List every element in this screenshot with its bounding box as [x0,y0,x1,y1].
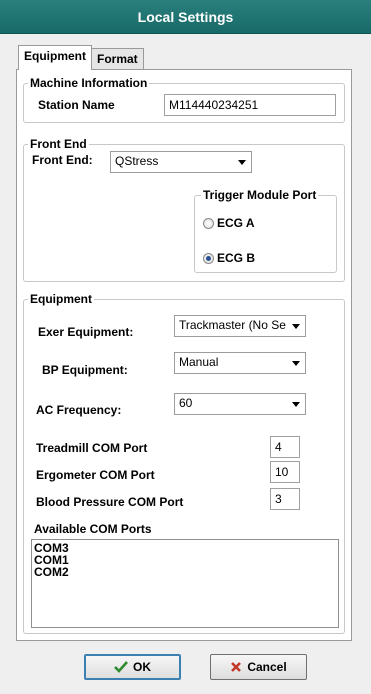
ok-button[interactable]: OK [84,654,181,680]
radio-ecg-b[interactable]: ECG B [203,251,255,265]
bp-equipment-label: BP Equipment: [42,363,128,377]
list-item[interactable]: COM2 [34,566,336,578]
window-title-bar: Local Settings [0,0,371,34]
treadmill-com-label: Treadmill COM Port [36,441,148,455]
equipment-legend: Equipment [28,292,94,306]
tab-strip: Equipment Format [18,45,144,70]
available-ports-label: Available COM Ports [34,522,152,536]
equipment-group: Equipment Exer Equipment: Trackmaster (N… [23,292,345,634]
list-item[interactable]: COM3 [34,542,336,554]
chevron-down-icon [292,324,300,329]
bp-com-label: Blood Pressure COM Port [36,495,184,509]
available-ports-list[interactable]: COM3 COM1 COM2 [31,539,339,628]
machine-info-group: Machine Information Station Name M114440… [23,76,345,123]
chevron-down-icon [292,361,300,366]
ac-frequency-label: AC Frequency: [36,403,122,417]
list-item[interactable]: COM1 [34,554,336,566]
exer-equipment-select[interactable]: Trackmaster (No Se [174,315,306,337]
front-end-select-value: QStress [115,154,159,168]
chevron-down-icon [238,160,246,165]
radio-ecg-a-label: ECG A [217,216,255,230]
ergometer-com-label: Ergometer COM Port [36,468,155,482]
close-icon [230,661,242,673]
exer-equipment-label: Exer Equipment: [38,325,134,339]
machine-info-legend: Machine Information [28,76,150,90]
front-end-legend: Front End [28,137,89,151]
tab-format[interactable]: Format [91,48,144,70]
radio-ecg-a[interactable]: ECG A [203,216,255,230]
station-name-field[interactable]: M114440234251 [164,94,336,116]
window-title: Local Settings [137,8,234,25]
ok-label: OK [133,660,151,674]
ac-frequency-select[interactable]: 60 [174,393,306,415]
ergometer-com-field[interactable]: 10 [270,461,300,483]
bp-equipment-value: Manual [179,355,219,369]
bp-com-field[interactable]: 3 [270,488,300,510]
treadmill-com-field[interactable]: 4 [270,436,300,458]
front-end-label: Front End: [32,153,93,167]
equipment-tab-panel: Machine Information Station Name M114440… [16,69,352,641]
radio-ecg-b-indicator[interactable] [203,252,214,264]
radio-ecg-b-label: ECG B [217,251,256,265]
tab-equipment[interactable]: Equipment [18,45,92,70]
front-end-select[interactable]: QStress [110,151,252,173]
ac-frequency-value: 60 [179,396,193,410]
exer-equipment-value: Trackmaster (No Se [179,318,286,332]
cancel-label: Cancel [247,660,287,674]
check-icon [114,661,128,673]
chevron-down-icon [292,402,300,407]
station-name-label: Station Name [38,98,115,112]
radio-ecg-a-indicator[interactable] [203,217,214,229]
front-end-group: Front End Front End: QStress Trigger Mod… [23,137,345,282]
trigger-module-group: Trigger Module Port ECG A ECG B [194,188,337,273]
bp-equipment-select[interactable]: Manual [174,352,306,374]
cancel-button[interactable]: Cancel [210,654,307,680]
trigger-module-legend: Trigger Module Port [201,188,319,202]
